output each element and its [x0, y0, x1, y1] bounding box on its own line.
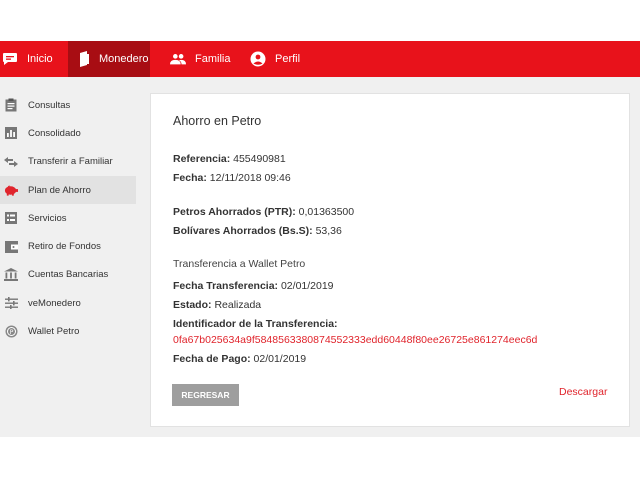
nav-perfil-label: Perfil	[275, 53, 301, 65]
sidebar-item-vemonedero[interactable]: veMonedero	[0, 289, 136, 317]
sidebar-item-transferir[interactable]: Transferir a Familiar	[0, 148, 136, 176]
regresar-button[interactable]: REGRESAR	[172, 384, 239, 406]
sidebar-item-label: Consultas	[28, 99, 71, 111]
fecha-pago-value: 02/01/2019	[253, 353, 307, 365]
fecha-pago-row: Fecha de Pago: 02/01/2019	[173, 353, 306, 365]
petros-row: Petros Ahorrados (PTR): 0,01363500	[173, 206, 354, 218]
nav-familia-label: Familia	[195, 53, 231, 65]
fecha-transferencia-label: Fecha Transferencia:	[173, 280, 279, 292]
detail-card: Ahorro en Petro Referencia: 455490981 Fe…	[150, 93, 630, 427]
referencia-value: 455490981	[233, 153, 286, 165]
sidebar-item-label: Retiro de Fondos	[28, 241, 101, 253]
fecha-value: 12/11/2018 09:46	[209, 172, 291, 184]
referencia-label: Referencia:	[173, 153, 231, 165]
sidebar-item-cuentas-bancarias[interactable]: Cuentas Bancarias	[0, 261, 136, 289]
sidebar-item-label: Consolidado	[28, 127, 81, 139]
nav-perfil[interactable]: Perfil	[240, 41, 310, 77]
fecha-label: Fecha:	[173, 172, 207, 184]
nav-monedero-label: Monedero	[99, 53, 149, 65]
sidebar-item-label: Plan de Ahorro	[28, 184, 91, 196]
sidebar-item-label: Servicios	[28, 212, 67, 224]
sidebar-item-label: Cuentas Bancarias	[28, 269, 109, 281]
fecha-row: Fecha: 12/11/2018 09:46	[173, 172, 291, 184]
sidebar-item-label: Transferir a Familiar	[28, 156, 113, 168]
clipboard-icon	[4, 98, 18, 112]
sidebar-item-servicios[interactable]: Servicios	[0, 204, 136, 232]
user-circle-icon	[250, 51, 266, 67]
estado-value: Realizada	[214, 299, 262, 311]
svg-text:P: P	[9, 329, 13, 336]
sidebar-item-consolidado[interactable]: Consolidado	[0, 119, 136, 147]
swap-arrows-icon	[4, 155, 18, 169]
fecha-transferencia-row: Fecha Transferencia: 02/01/2019	[173, 280, 334, 292]
bank-icon	[4, 268, 18, 282]
sidebar-item-label: veMonedero	[28, 297, 81, 309]
sidebar: Consultas Consolidado Transferir a Famil…	[0, 91, 136, 346]
nav-inicio-label: Inicio	[27, 53, 53, 65]
speech-bubble-icon	[2, 51, 18, 67]
bar-chart-icon	[4, 126, 18, 140]
estado-label: Estado:	[173, 299, 212, 311]
bolivares-value: 53,36	[315, 225, 342, 237]
identificador-row: Identificador de la Transferencia:	[173, 318, 338, 330]
sidebar-item-label: Wallet Petro	[28, 326, 80, 338]
sidebar-item-retiro-de-fondos[interactable]: Retiro de Fondos	[0, 232, 136, 260]
sidebar-item-plan-de-ahorro[interactable]: Plan de Ahorro	[0, 175, 136, 205]
list-icon	[4, 211, 18, 225]
top-nav-bar: Inicio Monedero Familia Perfil	[0, 41, 640, 77]
wallet-phone-icon	[78, 51, 90, 67]
sliders-icon	[4, 296, 18, 310]
wallet-icon	[4, 240, 18, 254]
nav-familia[interactable]: Familia	[160, 41, 240, 77]
piggy-bank-icon	[4, 183, 18, 197]
petros-value: 0,01363500	[298, 206, 355, 218]
bolivares-label: Bolívares Ahorrados (Bs.S):	[173, 225, 313, 237]
nav-inicio[interactable]: Inicio	[0, 41, 62, 77]
petro-coin-icon: P	[4, 325, 18, 339]
sidebar-item-consultas[interactable]: Consultas	[0, 91, 136, 119]
people-icon	[170, 51, 186, 67]
identificador-label: Identificador de la Transferencia:	[173, 318, 338, 330]
bolivares-row: Bolívares Ahorrados (Bs.S): 53,36	[173, 225, 342, 237]
transfer-section-title: Transferencia a Wallet Petro	[173, 258, 306, 270]
estado-row: Estado: Realizada	[173, 299, 261, 311]
descargar-link[interactable]: Descargar	[559, 386, 607, 398]
fecha-transferencia-value: 02/01/2019	[280, 280, 334, 292]
nav-monedero[interactable]: Monedero	[68, 41, 150, 77]
sidebar-item-wallet-petro[interactable]: P Wallet Petro	[0, 317, 136, 345]
referencia-row: Referencia: 455490981	[173, 153, 286, 165]
card-title: Ahorro en Petro	[173, 114, 262, 128]
fecha-pago-label: Fecha de Pago:	[173, 353, 251, 365]
petros-label: Petros Ahorrados (PTR):	[173, 206, 296, 218]
transaction-hash[interactable]: 0fa67b025634a9f5848563380874552333edd604…	[173, 334, 537, 346]
